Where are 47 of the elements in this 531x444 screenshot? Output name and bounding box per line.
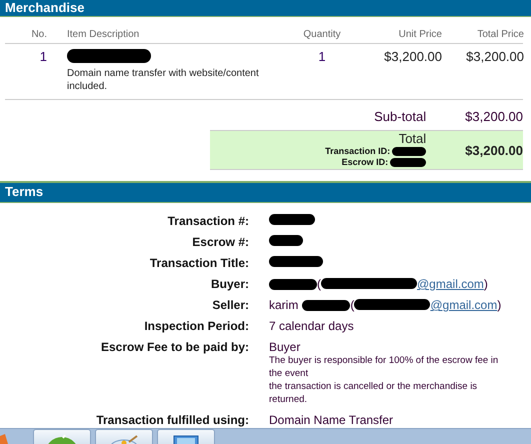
email-link[interactable]: @gmail.com [321,277,484,291]
term-value: 7 calendar days [269,319,354,333]
parenthesis: ) [484,277,488,291]
parenthesis: ( [350,298,354,312]
term-label: Transaction #: [166,214,249,228]
column-header: Item Description [66,29,140,40]
section-header: Merchandise [0,0,531,17]
column-header: No. [30,29,47,40]
term-label: Buyer: [210,277,249,291]
total-value: $3,200.00 [465,142,523,158]
total-label: Total [398,132,426,146]
redaction-mark [302,300,350,310]
term-label: Transaction fulfilled using: [95,413,249,427]
taskbar-button[interactable] [157,429,215,444]
term-label: Transaction Title: [148,256,249,270]
redaction-mark [390,158,426,167]
item-description: Domain name transfer with website/content included. [67,67,260,93]
table-cell-text: 1 [38,49,47,66]
party-name: karim [269,298,298,312]
term-value: Domain Name Transfer [269,413,394,427]
column-header: Unit Price [398,29,442,40]
redaction-mark [392,147,426,156]
term-value: Buyer [269,340,302,354]
redaction-mark [269,235,303,246]
transaction-id-label: Transaction ID: [325,146,390,157]
table-cell-text: $3,200.00 [465,49,524,66]
parenthesis: ( [317,277,321,291]
redaction-mark [269,256,323,267]
email-link[interactable]: @gmail.com [354,298,498,312]
taskbar-button[interactable] [33,429,91,444]
escrow-id-label: Escrow ID: [342,157,388,168]
section-header: Terms [0,181,531,203]
term-label: Escrow #: [191,235,249,249]
table-cell-text: $3,200.00 [383,49,442,66]
redaction-mark [269,214,315,225]
column-header: Total Price [476,29,524,40]
column-header: Quantity [302,29,342,40]
redaction-mark [269,278,317,290]
term-label: Escrow Fee to be paid by: [100,340,249,356]
term-label: Seller: [211,298,249,312]
table-cell-text: 1 [317,49,327,66]
term-label: Inspection Period: [143,319,249,333]
parenthesis: ) [497,298,502,312]
subtotal-value: $3,200.00 [465,109,523,124]
fee-note: the transaction is cancelled or the merchandise is returned. [269,380,478,406]
subtotal-label: Sub-total [374,109,426,124]
taskbar-button[interactable] [95,429,153,444]
